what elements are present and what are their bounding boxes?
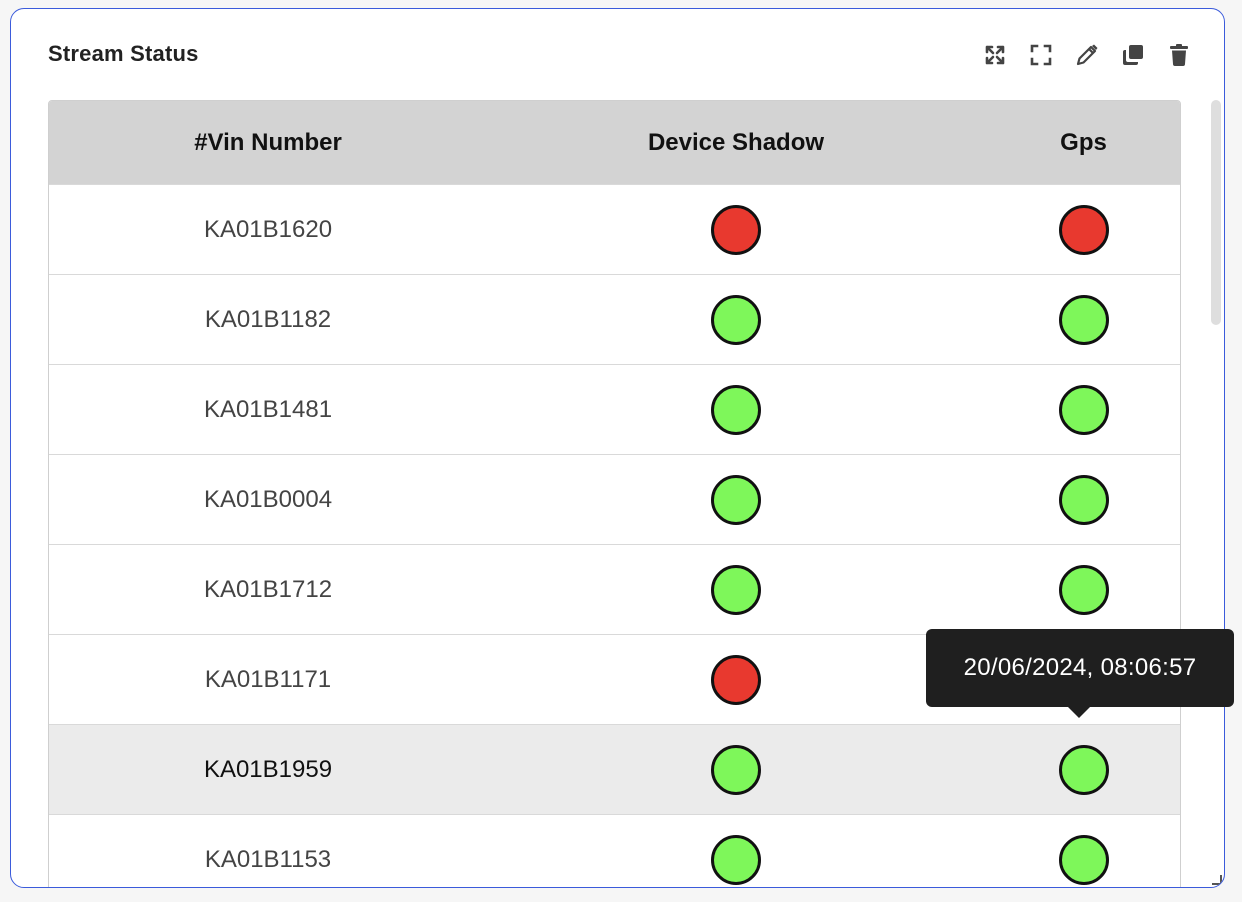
device-shadow-status-indicator[interactable]	[711, 384, 761, 435]
edit-button[interactable]	[1064, 40, 1110, 70]
table-row: KA01B1153	[49, 814, 1180, 887]
device-shadow-status-indicator[interactable]	[711, 654, 761, 705]
widget-title: Stream Status	[48, 41, 199, 66]
gps-cell	[985, 364, 1180, 455]
device-shadow-status-indicator[interactable]	[711, 834, 761, 885]
gps-status-indicator[interactable]	[1058, 744, 1109, 795]
vin-number-cell: KA01B0004	[49, 454, 487, 545]
gps-cell	[985, 184, 1180, 275]
device-shadow-status-indicator[interactable]	[711, 294, 761, 345]
device-shadow-status-indicator[interactable]	[711, 744, 761, 795]
copy-icon	[1123, 45, 1143, 65]
device-shadow-cell	[487, 454, 985, 545]
device-shadow-status-indicator[interactable]	[711, 204, 761, 255]
device-shadow-cell	[487, 544, 985, 635]
timestamp-tooltip: 20/06/2024, 08:06:57	[926, 629, 1234, 718]
vin-number-cell: KA01B1712	[49, 544, 487, 635]
gps-status-indicator[interactable]	[1058, 474, 1109, 525]
gps-cell	[985, 544, 1180, 635]
column-header-gps[interactable]: Gps	[985, 101, 1180, 185]
vin-number-cell: KA01B1481	[49, 364, 487, 455]
gps-cell	[985, 814, 1180, 887]
column-header-vin-number[interactable]: #Vin Number	[49, 101, 487, 185]
trash-icon	[1170, 44, 1188, 66]
gps-status-indicator[interactable]	[1058, 564, 1109, 615]
device-shadow-status-indicator[interactable]	[711, 564, 761, 615]
duplicate-button[interactable]	[1110, 40, 1156, 70]
table-row: KA01B1481	[49, 364, 1180, 455]
vin-number-cell: KA01B1171	[49, 634, 487, 725]
fullscreen-icon	[1030, 44, 1052, 66]
gps-cell	[985, 724, 1180, 815]
gps-cell	[985, 454, 1180, 545]
vin-number-cell: KA01B1959	[49, 724, 487, 815]
table-header-row: #Vin Number Device Shadow Gps	[49, 101, 1180, 185]
fullscreen-button[interactable]	[1018, 40, 1064, 70]
vin-number-cell: KA01B1182	[49, 274, 487, 365]
edit-pencil-icon	[1076, 44, 1098, 66]
stream-status-widget: Stream Status #Vin Number Device Shadow …	[10, 8, 1225, 888]
device-shadow-cell	[487, 364, 985, 455]
gps-status-indicator[interactable]	[1058, 834, 1109, 885]
table-row: KA01B1182	[49, 274, 1180, 365]
device-shadow-cell	[487, 814, 985, 887]
device-shadow-cell	[487, 634, 985, 725]
resize-handle[interactable]	[1212, 875, 1222, 885]
stream-status-table: #Vin Number Device Shadow Gps KA01B1620 K…	[49, 101, 1180, 887]
expand-button[interactable]	[972, 40, 1018, 70]
device-shadow-cell	[487, 184, 985, 275]
widget-toolbar	[972, 40, 1202, 70]
table-row: KA01B1712	[49, 544, 1180, 635]
table-row: KA01B0004	[49, 454, 1180, 545]
device-shadow-cell	[487, 724, 985, 815]
stream-status-table-container: #Vin Number Device Shadow Gps KA01B1620 K…	[48, 100, 1181, 887]
vin-number-cell: KA01B1620	[49, 184, 487, 275]
expand-arrows-icon	[985, 45, 1005, 65]
table-row: KA01B1620	[49, 184, 1180, 275]
vin-number-cell: KA01B1153	[49, 814, 487, 887]
gps-status-indicator[interactable]	[1058, 294, 1109, 345]
delete-button[interactable]	[1156, 40, 1202, 70]
device-shadow-status-indicator[interactable]	[711, 474, 761, 525]
column-header-device-shadow[interactable]: Device Shadow	[487, 101, 985, 185]
device-shadow-cell	[487, 274, 985, 365]
vertical-scrollbar[interactable]	[1211, 100, 1221, 325]
table-row: KA01B1959	[49, 724, 1180, 815]
gps-status-indicator[interactable]	[1058, 384, 1109, 435]
gps-status-indicator[interactable]	[1058, 204, 1109, 255]
gps-cell	[985, 274, 1180, 365]
